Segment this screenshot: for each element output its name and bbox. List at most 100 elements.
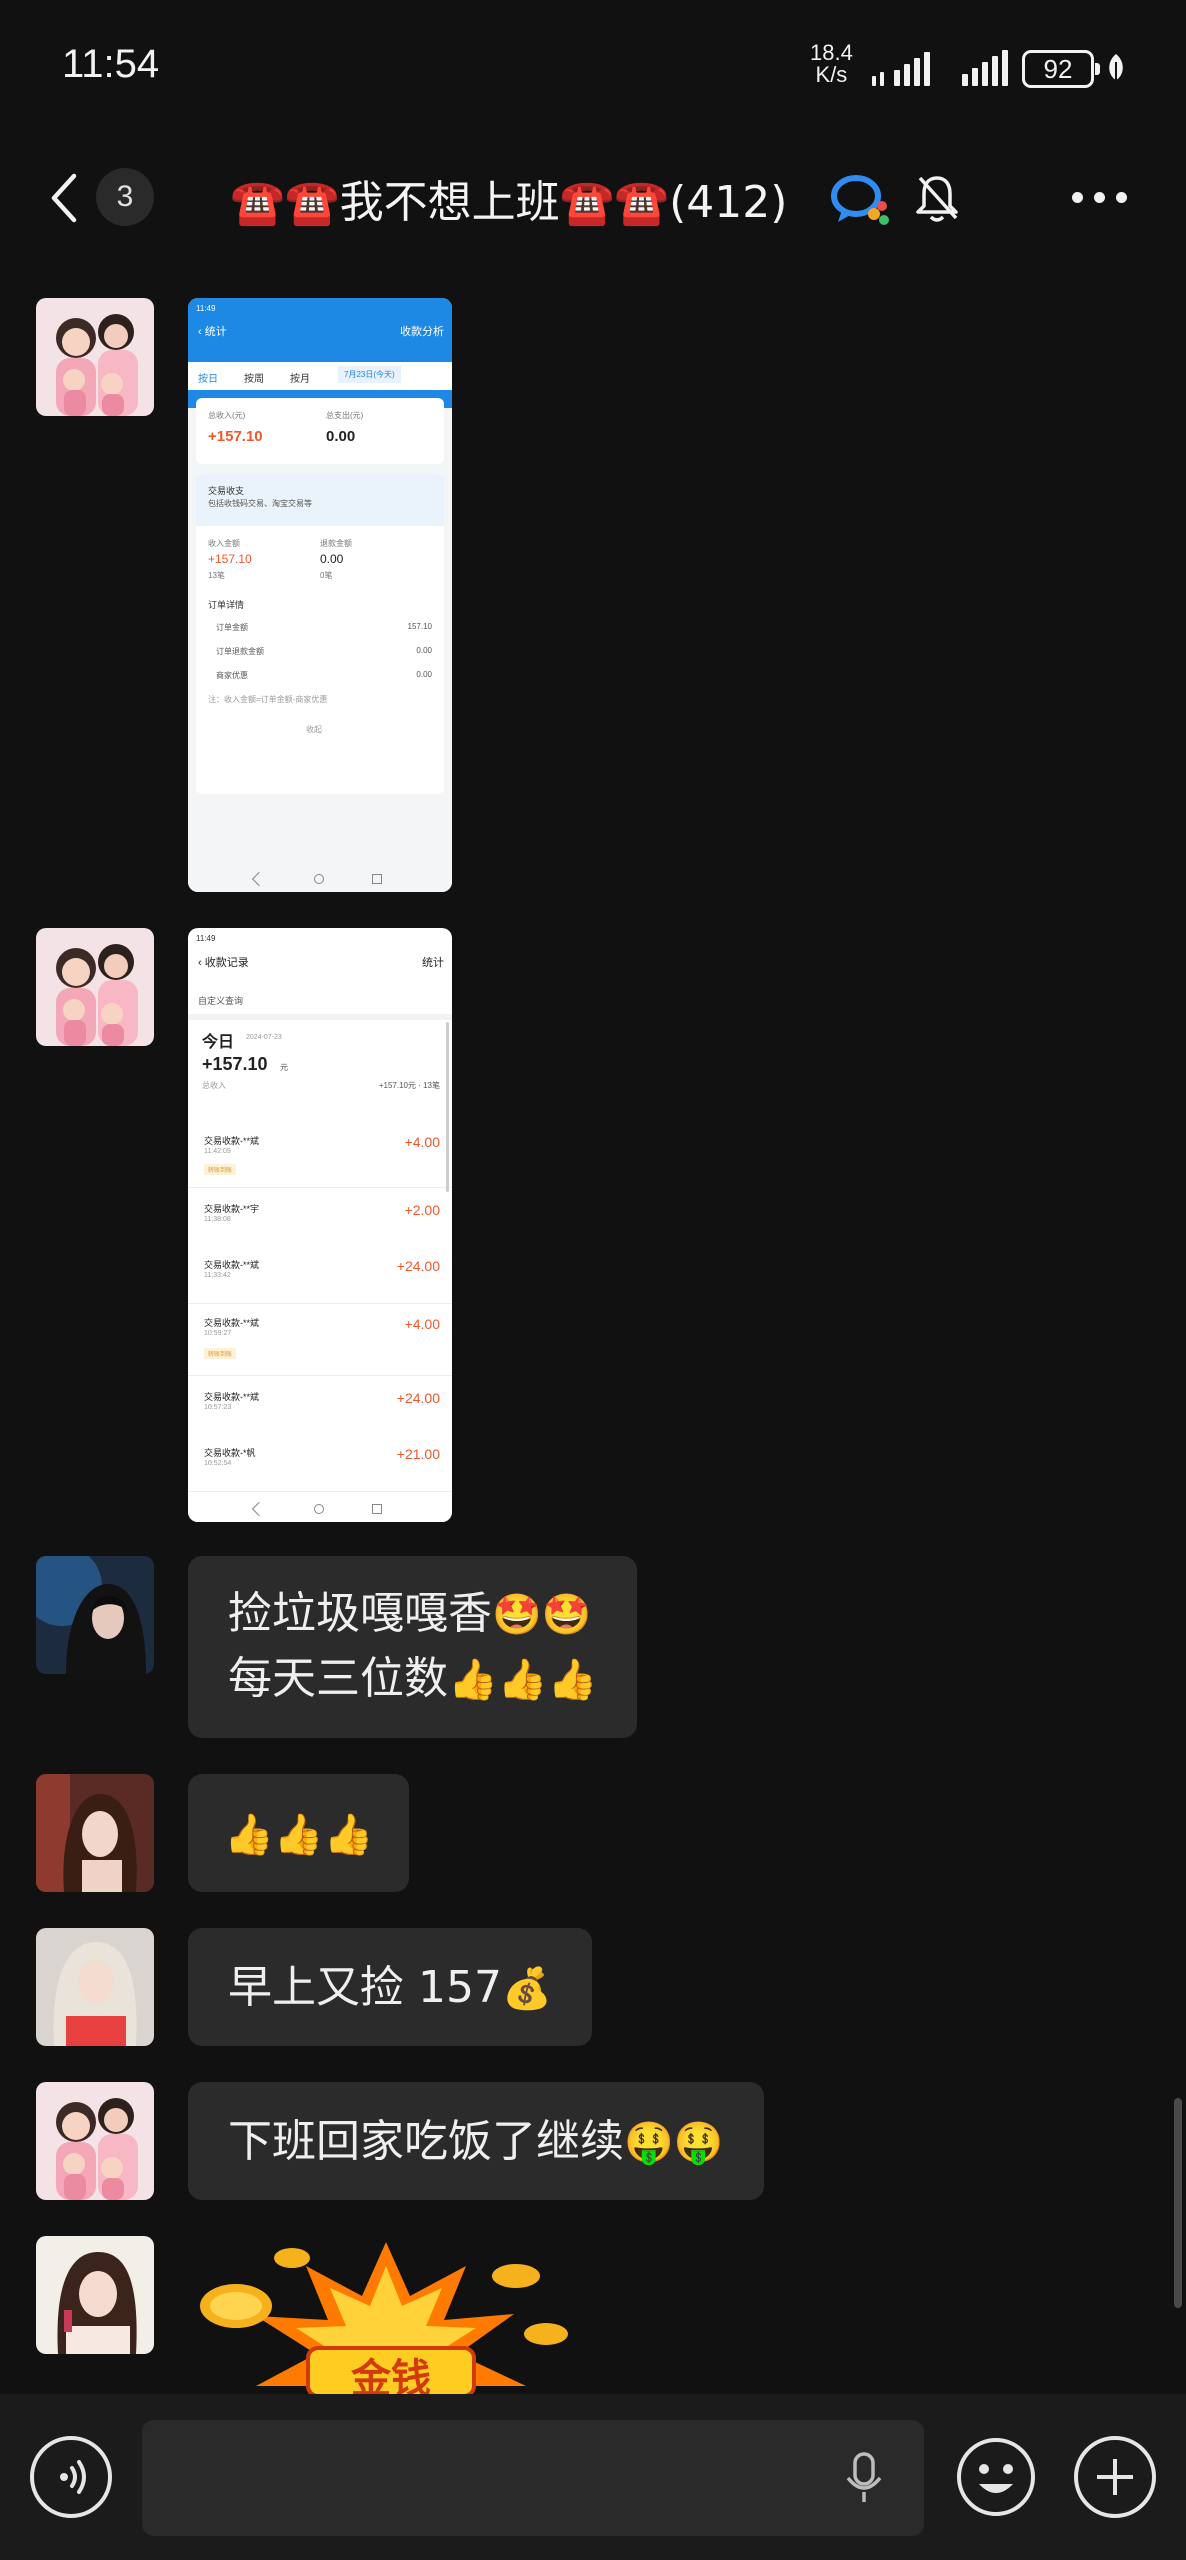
battery-indicator: 92 — [1022, 50, 1100, 88]
more-options-icon[interactable] — [1072, 192, 1128, 206]
trade-card: 交易收支 包括收钱码交易、淘宝交易等 收入金额 +157.10 13笔 退款金额… — [196, 474, 444, 794]
message-bubble[interactable]: 下班回家吃饭了继续🤑🤑 — [188, 2082, 764, 2200]
today-date: 2024-07-23 — [246, 1034, 282, 1041]
sticker-text: 金钱 — [350, 2356, 431, 2396]
mute-bell-icon[interactable] — [912, 170, 962, 226]
network-speed: 18.4 K/s — [810, 42, 853, 86]
total-expense-value: 0.00 — [326, 428, 356, 445]
network-speed-value: 18.4 — [810, 40, 853, 65]
clock: 11:54 — [62, 42, 160, 86]
stats-title: 统计 — [204, 326, 227, 338]
record-amount: +2.00 — [404, 1202, 440, 1218]
message-input[interactable] — [142, 2420, 924, 2536]
message-bubble[interactable]: 捡垃圾嘎嘎香🤩🤩 每天三位数👍👍👍 — [188, 1556, 638, 1738]
income-label: 收入金额 — [208, 539, 240, 548]
chat-header: 3 ☎️☎️我不想上班☎️☎️(412) — [0, 140, 1186, 250]
refund-label: 退款金额 — [320, 539, 352, 548]
record-title: 交易收款-**宇 — [204, 1204, 260, 1214]
emoji-smile-icon[interactable] — [955, 2436, 1037, 2518]
message-item: 捡垃圾嘎嘎香🤩🤩 每天三位数👍👍👍 — [0, 1556, 1186, 1738]
stats-nav: ‹ 统计 收款分析 — [188, 320, 452, 344]
record-time: 11:42:09 — [204, 1148, 231, 1155]
message-item: 下班回家吃饭了继续🤑🤑 — [0, 2082, 1186, 2200]
sound-wave-icon — [60, 2460, 86, 2494]
record-tag: 转账到账 — [204, 1348, 237, 1359]
avatar[interactable] — [36, 928, 154, 1046]
order-row-label: 订单金额 — [216, 623, 248, 632]
money-bag-emoji-icon: 💰 — [501, 1966, 552, 2012]
signal-icon-2 — [962, 46, 1010, 86]
record-time: 10:52:54 — [204, 1460, 232, 1467]
order-title: 订单详情 — [208, 600, 245, 610]
avatar[interactable] — [36, 1556, 154, 1674]
stats-link: 统计 — [422, 957, 444, 969]
screenshot-status-time: 11:49 — [196, 304, 216, 313]
avatar[interactable] — [36, 298, 154, 416]
screenshot-image-stats[interactable]: 11:49 ‹ 统计 收款分析 按日 按周 按月 7月23日(今天) 总收入(元)… — [188, 298, 452, 892]
chat-scrollbar[interactable] — [1174, 2098, 1182, 2308]
income-count: 13笔 — [208, 571, 225, 580]
record-tag: 转账到账 — [204, 1164, 237, 1175]
stats-header: 11:49 ‹ 统计 收款分析 — [188, 298, 452, 408]
microphone-icon[interactable] — [842, 2450, 886, 2506]
trade-desc: 包括收钱码交易、淘宝交易等 — [208, 499, 312, 508]
record-title: 交易收款-*帆 — [204, 1448, 256, 1458]
custom-query: 自定义查询 — [198, 996, 244, 1006]
record-amount: +4.00 — [404, 1134, 440, 1150]
record-amount: +24.00 — [396, 1258, 440, 1274]
chat-title[interactable]: ☎️☎️我不想上班☎️☎️(412) — [230, 166, 787, 230]
back-arrow-icon[interactable] — [46, 170, 82, 226]
avatar[interactable] — [36, 1774, 154, 1892]
record-row: 交易收款-**斌 11:33:42 +24.00 — [188, 1246, 452, 1304]
record-row: 交易收款-**斌 11:42:09 +4.00 转账到账 — [188, 1122, 452, 1188]
record-title: 交易收款-**斌 — [204, 1260, 260, 1270]
message-item: 早上又捡 157💰 — [0, 1928, 1186, 2046]
message-text: 捡垃圾嘎嘎香 — [228, 1588, 492, 1639]
message-bubble[interactable]: 早上又捡 157💰 — [188, 1928, 592, 2046]
today-total-unit: 元 — [280, 1063, 288, 1072]
status-bar: 11:54 18.4 K/s 92 — [0, 0, 1186, 130]
record-time: 11:33:42 — [204, 1272, 231, 1279]
records-title: 收款记录 — [204, 957, 249, 969]
avatar[interactable] — [36, 2082, 154, 2200]
qq-chat-icon[interactable] — [828, 170, 892, 230]
avatar[interactable] — [36, 1928, 154, 2046]
formula-note: 注：收入金额=订单金额-商家优惠 — [208, 695, 328, 704]
voice-input-button[interactable] — [30, 2436, 112, 2518]
avatar[interactable] — [36, 2236, 154, 2354]
message-text: 早上又捡 157 — [228, 1962, 502, 2013]
screenshot-navbar — [188, 1496, 452, 1522]
record-title: 交易收款-**斌 — [204, 1318, 260, 1328]
order-row-label: 订单退款金额 — [216, 647, 264, 656]
order-row-value: 0.00 — [416, 646, 432, 655]
message-item: 👍👍👍 — [0, 1774, 1186, 1892]
income-value: +157.10 — [208, 552, 252, 566]
screenshot-image-records[interactable]: 11:49 ‹ 收款记录 统计 自定义查询 今日 2024-07-23 +157.… — [188, 928, 452, 1522]
record-title: 交易收款-**斌 — [204, 1392, 260, 1402]
record-time: 10:59:27 — [204, 1330, 232, 1337]
refund-count: 0笔 — [320, 571, 333, 580]
add-attachment-button[interactable] — [1074, 2436, 1156, 2518]
signal-icon — [872, 46, 942, 86]
message-text: 下班回家吃饭了继续 — [228, 2116, 624, 2167]
refund-value: 0.00 — [320, 552, 344, 566]
thumbs-up-emoji-icon: 👍👍👍 — [448, 1657, 598, 1703]
record-time: 10:57:23 — [204, 1404, 232, 1411]
date-chip: 7月23日(今天) — [338, 366, 401, 383]
screenshot-status-time: 11:49 — [196, 934, 216, 943]
tab-day: 按日 — [198, 374, 218, 385]
period-tabs: 按日 按周 按月 7月23日(今天) — [188, 362, 452, 390]
thumbs-up-emoji-icon: 👍👍👍 — [224, 1812, 374, 1858]
star-struck-emoji-icon: 🤩🤩 — [492, 1592, 592, 1638]
order-row-label: 商家优惠 — [216, 671, 248, 680]
record-amount: +4.00 — [404, 1316, 440, 1332]
collapse-link: 收起 — [306, 725, 322, 734]
money-sticker[interactable]: 金钱 — [196, 2236, 576, 2396]
message-text: 每天三位数 — [228, 1653, 448, 1704]
record-title: 交易收款-**斌 — [204, 1136, 260, 1146]
message-bubble[interactable]: 👍👍👍 — [188, 1774, 410, 1892]
record-time: 11:38:08 — [204, 1216, 231, 1223]
total-expense-label: 总支出(元) — [326, 411, 364, 420]
unread-count-badge[interactable]: 3 — [96, 168, 154, 226]
message-item: 11:49 ‹ 收款记录 统计 自定义查询 今日 2024-07-23 +157.… — [0, 928, 1186, 1522]
